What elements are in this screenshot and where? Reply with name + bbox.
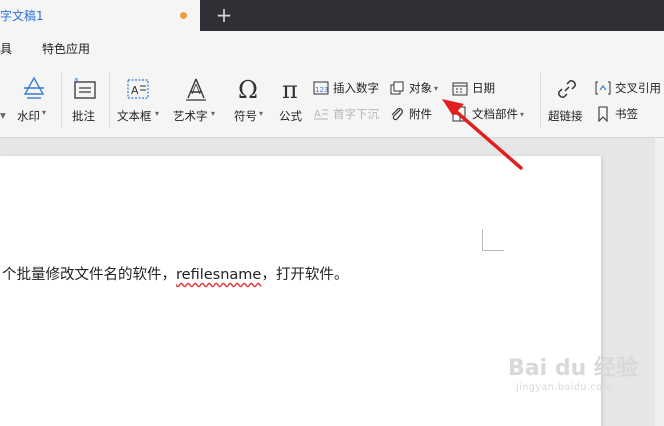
watermark-main-text: Bai du 经验 bbox=[508, 356, 638, 381]
watermark-sub-text: jingyan.baidu.com bbox=[516, 382, 613, 393]
baidu-jingyan-watermark: Bai du 经验 jingyan.baidu.com bbox=[508, 350, 638, 393]
